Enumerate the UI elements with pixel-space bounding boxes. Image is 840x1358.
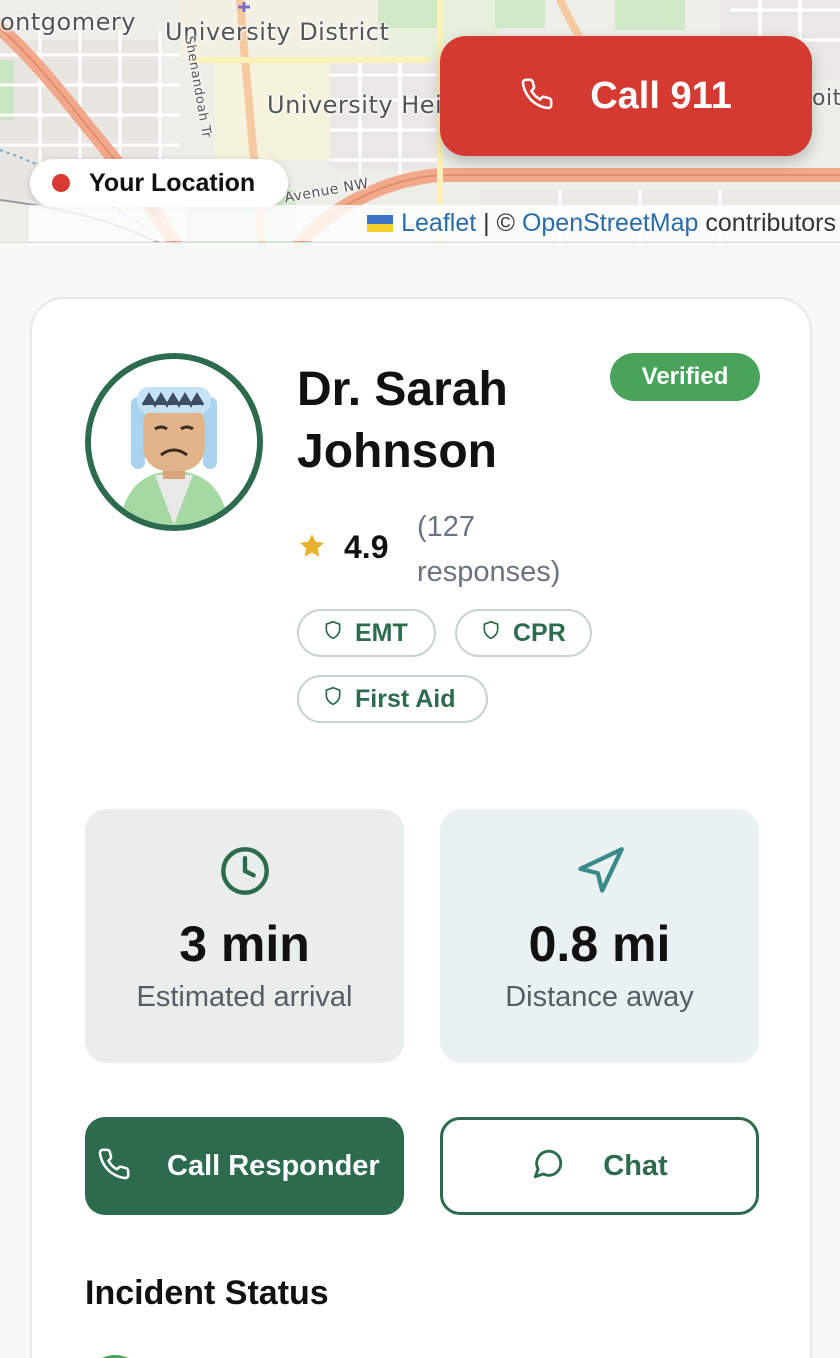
certification-chip-first-aid: First Aid: [297, 675, 488, 723]
your-location-label: Your Location: [89, 168, 256, 197]
ukraine-flag-icon: [367, 214, 394, 232]
certification-label: EMT: [355, 618, 408, 647]
certification-label: First Aid: [355, 684, 456, 713]
shield-icon: [323, 685, 355, 714]
chat-button[interactable]: Chat: [440, 1117, 759, 1215]
map-label: University District: [165, 18, 390, 46]
shield-icon: [481, 619, 513, 648]
verified-badge: Verified: [610, 353, 760, 401]
distance-value: 0.8 mi: [528, 916, 671, 972]
certification-chip-cpr: CPR: [455, 609, 592, 657]
rating-count: (127 responses): [417, 511, 561, 588]
chat-bubble-icon: [531, 1147, 565, 1186]
certification-chip-emt: EMT: [297, 609, 436, 657]
your-location-badge: Your Location: [30, 159, 288, 207]
openstreetmap-link[interactable]: OpenStreetMap: [522, 209, 699, 238]
navigation-arrow-icon: [574, 845, 626, 899]
eta-value: 3 min: [179, 916, 310, 972]
responder-name: Dr. Sarah Johnson: [297, 363, 508, 478]
rating-value: 4.9: [344, 529, 389, 565]
responder-card: Dr. Sarah Johnson Verified 4.9 (127 resp…: [30, 297, 812, 1358]
certification-label: CPR: [513, 618, 566, 647]
phone-icon: [85, 1147, 131, 1186]
map-label: oit: [812, 86, 840, 111]
eta-label: Estimated arrival: [136, 981, 353, 1013]
star-icon: [297, 531, 327, 566]
map-label: University Hei: [267, 91, 443, 119]
call-responder-button[interactable]: Call Responder: [85, 1117, 404, 1215]
clock-icon: [219, 845, 271, 899]
call-responder-label: Call Responder: [167, 1149, 380, 1182]
map-label: ontgomery: [0, 8, 136, 36]
avatar-illustration: [91, 359, 257, 525]
incident-status-title: Incident Status: [85, 1274, 329, 1312]
call-911-button[interactable]: Call 911: [440, 36, 812, 156]
chat-label: Chat: [603, 1149, 668, 1182]
avatar: [85, 353, 263, 531]
distance-label: Distance away: [505, 981, 694, 1013]
attribution-separator: | ©: [476, 208, 522, 237]
map-view[interactable]: ontgomery University District University…: [0, 0, 840, 243]
phone-icon: [520, 77, 554, 116]
map-attribution: Leaflet | © OpenStreetMap contributors: [29, 205, 840, 241]
leaflet-link[interactable]: Leaflet: [401, 209, 476, 238]
location-dot-icon: [52, 174, 70, 192]
distance-stat-card: 0.8 mi Distance away: [440, 809, 759, 1063]
eta-stat-card: 3 min Estimated arrival: [85, 809, 404, 1063]
call-911-label: Call 911: [590, 74, 732, 117]
attribution-contributors: contributors: [698, 208, 836, 237]
shield-icon: [323, 619, 355, 648]
